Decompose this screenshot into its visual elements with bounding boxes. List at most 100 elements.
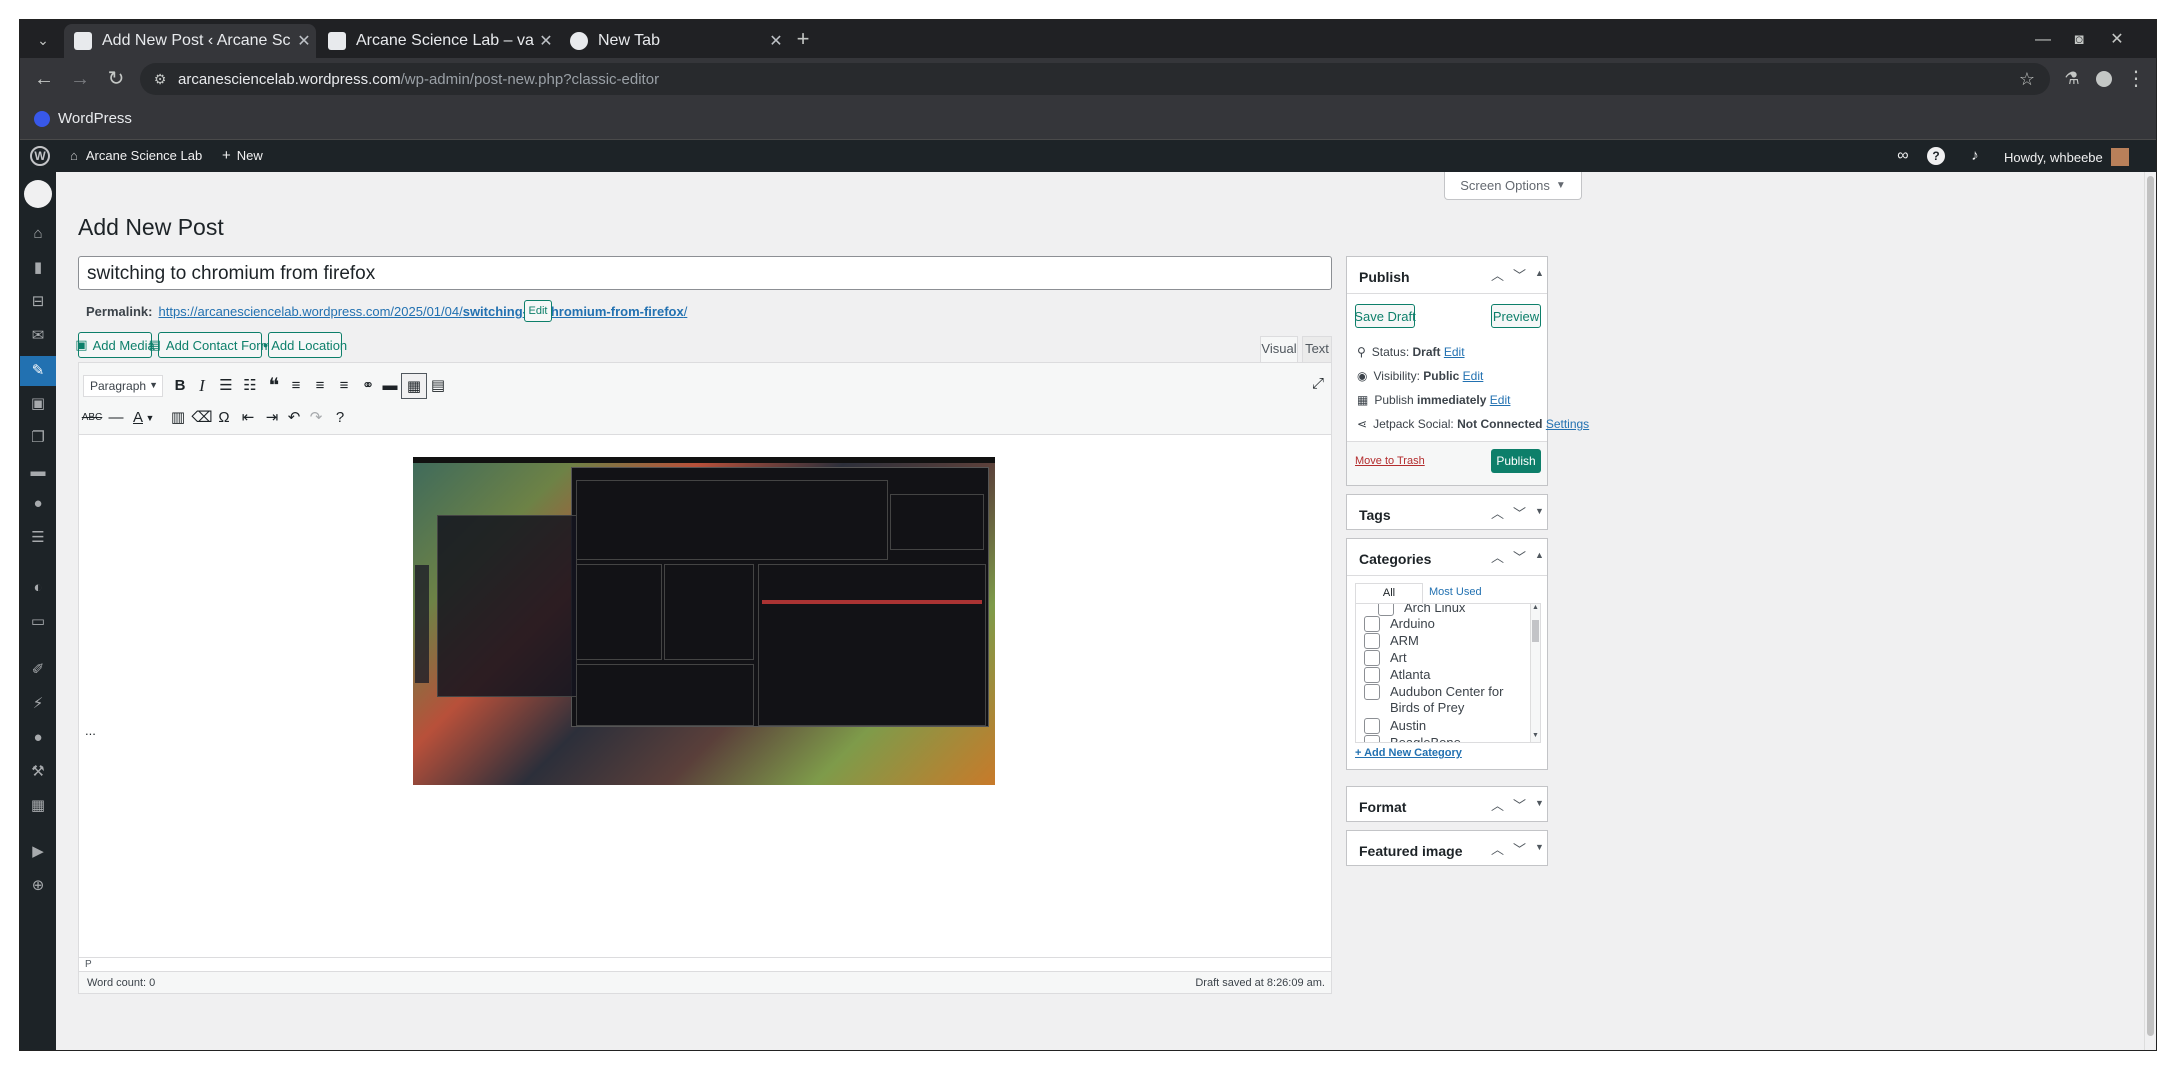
woocommerce-menu-icon[interactable]: ⊟: [20, 290, 56, 314]
appearance-menu-icon[interactable]: ✐: [20, 658, 56, 682]
save-draft-button[interactable]: Save Draft: [1354, 304, 1416, 328]
speech-menu-icon[interactable]: ●: [20, 492, 56, 516]
move-to-trash-link[interactable]: Move to Trash: [1355, 455, 1425, 467]
move-up-icon[interactable]: ︿: [1491, 839, 1504, 858]
italic-icon[interactable]: I: [189, 373, 215, 399]
redo-icon[interactable]: ↷: [303, 405, 329, 431]
move-up-icon[interactable]: ︿: [1491, 795, 1504, 814]
preview-button[interactable]: Preview: [1491, 304, 1541, 328]
close-tab-icon[interactable]: ✕: [534, 31, 558, 51]
expand-icon[interactable]: ▼: [1535, 842, 1544, 852]
category-checkbox[interactable]: [1364, 616, 1380, 632]
tab-add-new-post[interactable]: Add New Post ‹ Arcane Sc ✕: [64, 24, 316, 58]
comments-menu-icon[interactable]: ▬: [20, 460, 56, 484]
category-item[interactable]: Audubon Center for Birds of Prey: [1364, 684, 1514, 716]
category-checkbox[interactable]: [1364, 684, 1380, 700]
add-media-button[interactable]: ▣ Add Media: [75, 332, 155, 358]
play-menu-icon[interactable]: ▶: [20, 840, 56, 864]
forms-menu-icon[interactable]: ☰: [20, 526, 56, 550]
notifications-bell-icon[interactable]: ♪: [1964, 144, 1986, 168]
collapse-icon[interactable]: ▲: [1535, 268, 1544, 278]
profile-avatar[interactable]: [2096, 71, 2112, 87]
plugins-menu-icon[interactable]: ⚡: [20, 692, 56, 716]
tools-menu-icon[interactable]: ⚒: [20, 760, 56, 784]
wordpress-logo-icon[interactable]: W: [30, 146, 50, 166]
jetpack-menu-icon[interactable]: ◐: [20, 576, 56, 600]
post-image[interactable]: [413, 457, 995, 785]
expand-icon[interactable]: ▼: [1535, 798, 1544, 808]
category-item[interactable]: Arduino: [1364, 616, 1435, 632]
permalink-edit-button[interactable]: Edit: [524, 300, 552, 322]
keyboard-shortcuts-icon[interactable]: ?: [327, 405, 353, 431]
tab-search-icon[interactable]: ⌄: [32, 28, 54, 52]
move-down-icon[interactable]: ﹀: [1513, 795, 1526, 814]
bullet-list-icon[interactable]: ☰: [213, 373, 239, 399]
app-menu-icon[interactable]: ▭: [20, 610, 56, 634]
category-checkbox[interactable]: [1364, 718, 1380, 734]
move-down-icon[interactable]: ﹀: [1513, 839, 1526, 858]
back-arrow-icon[interactable]: ←: [32, 67, 56, 91]
outdent-icon[interactable]: ⇤: [235, 405, 261, 431]
category-item[interactable]: Austin: [1364, 718, 1426, 734]
reader-glasses-icon[interactable]: ∞: [1890, 144, 1916, 168]
browser-menu-icon[interactable]: ⋮: [2126, 67, 2146, 91]
format-select[interactable]: Paragraph ▼: [83, 375, 163, 397]
move-up-icon[interactable]: ︿: [1491, 547, 1504, 566]
category-item[interactable]: ARM: [1364, 633, 1419, 649]
numbered-list-icon[interactable]: ☷: [237, 373, 263, 399]
address-bar[interactable]: ⚙ arcanesciencelab.wordpress.com/wp-admi…: [140, 63, 2050, 95]
move-up-icon[interactable]: ︿: [1491, 503, 1504, 522]
new-content-link[interactable]: + New: [222, 148, 263, 163]
jetpack-settings-link[interactable]: Settings: [1546, 417, 1589, 431]
contact-form-icon[interactable]: ▤: [425, 373, 451, 399]
help-icon[interactable]: ?: [1927, 147, 1945, 165]
add-menu-icon[interactable]: ⊕: [20, 874, 56, 898]
settings-menu-icon[interactable]: ▦: [20, 794, 56, 818]
howdy-user[interactable]: Howdy, whbeebe: [2004, 148, 2129, 166]
stats-menu-icon[interactable]: ▮: [20, 256, 56, 280]
close-tab-icon[interactable]: ✕: [764, 31, 788, 51]
page-scrollbar[interactable]: [2144, 172, 2156, 1050]
screen-options-button[interactable]: Screen Options ▼: [1444, 172, 1582, 200]
strikethrough-icon[interactable]: ABC: [79, 405, 105, 431]
align-left-icon[interactable]: ≡: [283, 373, 309, 399]
add-new-category-link[interactable]: + Add New Category: [1355, 747, 1462, 759]
media-menu-icon[interactable]: ▣: [20, 392, 56, 416]
new-tab-plus-icon[interactable]: +: [790, 27, 816, 51]
scroll-up-icon[interactable]: ▲: [1532, 604, 1539, 611]
schedule-edit-link[interactable]: Edit: [1490, 393, 1511, 407]
align-right-icon[interactable]: ≡: [331, 373, 357, 399]
tab-new-tab[interactable]: New Tab ✕: [560, 24, 788, 58]
special-character-icon[interactable]: Ω: [211, 405, 237, 431]
forward-arrow-icon[interactable]: →: [68, 67, 92, 91]
restore-icon[interactable]: ◙: [2066, 28, 2092, 52]
category-item[interactable]: Arch Linux: [1378, 604, 1465, 616]
tab-visual[interactable]: Visual: [1260, 336, 1298, 362]
align-center-icon[interactable]: ≡: [307, 373, 333, 399]
category-item[interactable]: BeagleBone: [1364, 735, 1461, 742]
add-location-button[interactable]: ● Add Location: [263, 332, 347, 358]
scroll-down-icon[interactable]: ▼: [1532, 732, 1539, 739]
post-title-input[interactable]: switching to chromium from firefox: [78, 256, 1332, 290]
move-down-icon[interactable]: ﹀: [1513, 265, 1526, 284]
move-down-icon[interactable]: ﹀: [1513, 547, 1526, 566]
publish-button[interactable]: Publish: [1491, 449, 1541, 473]
add-contact-form-button[interactable]: ▤ Add Contact Form: [149, 332, 271, 358]
posts-menu-icon[interactable]: ✎: [20, 356, 56, 386]
minimize-icon[interactable]: —: [2030, 28, 2056, 52]
reload-icon[interactable]: ↻: [104, 67, 128, 91]
tab-text[interactable]: Text: [1302, 336, 1332, 362]
feedback-menu-icon[interactable]: ✉: [20, 324, 56, 348]
close-window-icon[interactable]: ✕: [2104, 28, 2130, 52]
category-checkbox[interactable]: [1364, 735, 1380, 742]
collapse-icon[interactable]: ▲: [1535, 550, 1544, 560]
move-down-icon[interactable]: ﹀: [1513, 503, 1526, 522]
site-logo-icon[interactable]: [24, 180, 52, 208]
paste-text-icon[interactable]: ▥: [165, 405, 191, 431]
close-tab-icon[interactable]: ✕: [292, 31, 316, 51]
tab-most-used[interactable]: Most Used: [1429, 586, 1482, 598]
dashboard-menu-icon[interactable]: ⌂: [20, 222, 56, 246]
category-checkbox[interactable]: [1364, 650, 1380, 666]
category-checkbox[interactable]: [1378, 604, 1394, 616]
tab-all-categories[interactable]: All Categories: [1355, 583, 1423, 617]
